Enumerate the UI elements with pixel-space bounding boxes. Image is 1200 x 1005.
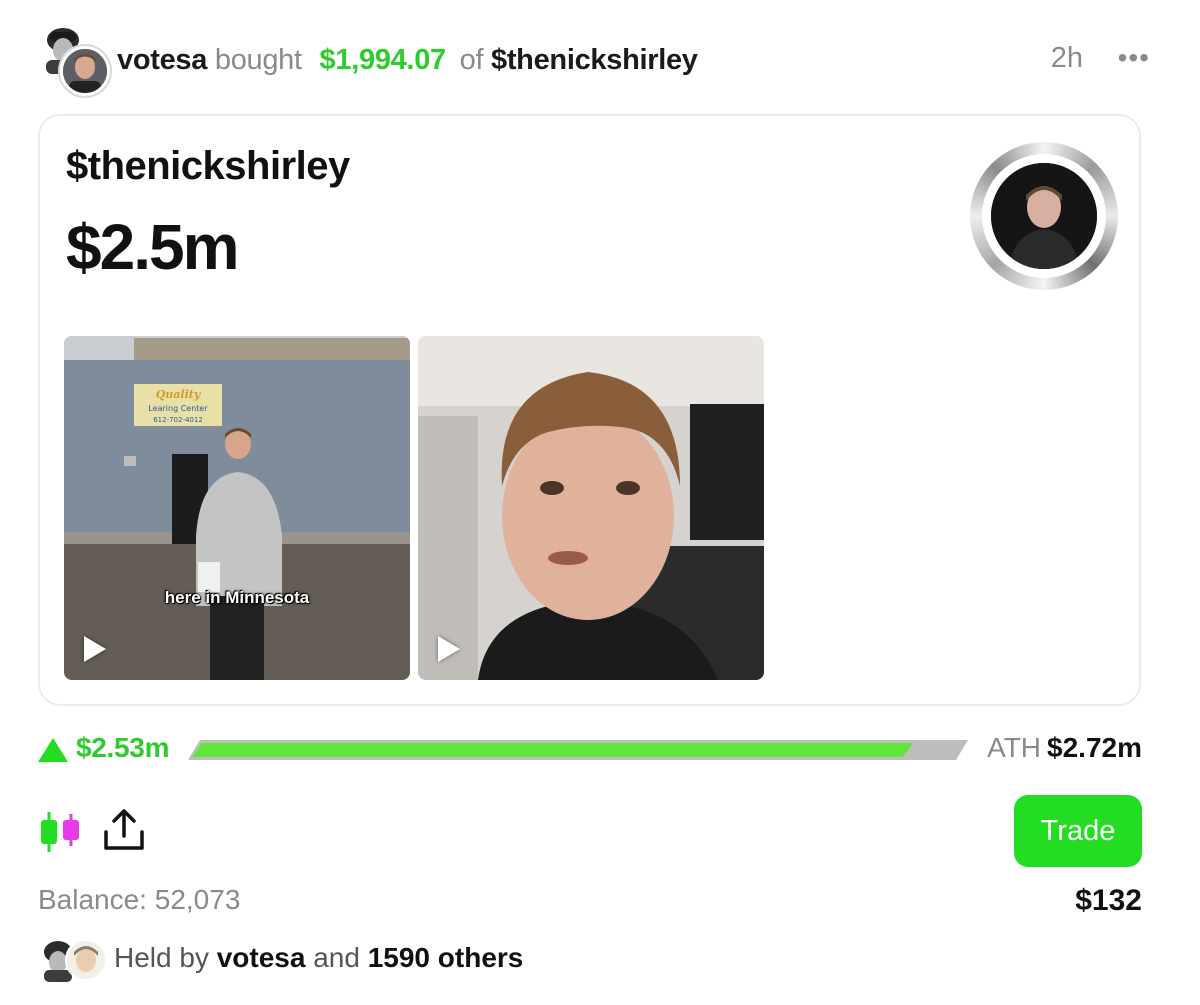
purchase-amount: $1,994.07 [319, 44, 447, 76]
coin-avatar-frame [982, 154, 1106, 278]
holders-avatars[interactable] [40, 938, 110, 982]
svg-text:Learing Center: Learing Center [148, 404, 208, 413]
trade-button[interactable]: Trade [1014, 795, 1142, 867]
play-icon[interactable] [438, 636, 460, 662]
coin-ticker-link[interactable]: $thenickshirley [491, 44, 698, 76]
buyer-avatar-stack[interactable] [42, 24, 114, 96]
current-price: $2.53m [76, 732, 170, 763]
coin-avatar [991, 163, 1097, 269]
svg-text:Quality: Quality [156, 388, 202, 401]
ath-display: ATH $2.72m [987, 732, 1142, 764]
more-dots-icon[interactable]: ••• [1118, 42, 1150, 74]
timestamp: 2h [1050, 42, 1083, 74]
ath-label: ATH [987, 732, 1042, 763]
ath-progress-bar [188, 740, 968, 760]
coin-card[interactable]: $thenickshirley $2.5m Quality Learing Ce… [38, 114, 1141, 706]
card-ticker: $thenickshirley [66, 144, 350, 188]
feed-item-header: votesa bought $1,994.07 of $thenickshirl… [42, 24, 1158, 96]
play-icon[interactable] [84, 636, 106, 662]
up-arrow-icon [38, 738, 68, 762]
holders-text: Held by votesa and 1590 others [114, 942, 523, 974]
avatar [60, 46, 110, 96]
video-thumbnail[interactable]: Quality Learing Center 612-702-4012 here… [64, 336, 410, 680]
trade-amount: $132 [1075, 884, 1142, 917]
balance-text: Balance: 52,073 [38, 884, 241, 915]
market-cap: $2.5m [66, 211, 239, 283]
coin-avatar-ring[interactable] [970, 142, 1118, 290]
video-caption: here in Minnesota [164, 588, 310, 607]
holders-conjunction: and [313, 942, 360, 973]
holder-username[interactable]: votesa [217, 942, 306, 973]
preposition-text: of [459, 44, 484, 76]
candlestick-icon[interactable] [38, 810, 84, 854]
ath-value: $2.72m [1047, 732, 1142, 763]
purchase-headline: votesa bought $1,994.07 of $thenickshirl… [117, 40, 698, 80]
action-text: bought [214, 44, 302, 76]
holders-prefix: Held by [114, 942, 209, 973]
holders-others-link[interactable]: 1590 others [368, 942, 524, 973]
share-icon[interactable] [102, 808, 146, 852]
buyer-username[interactable]: votesa [117, 44, 207, 76]
price-progress: $2.53m ATH $2.72m [38, 730, 1142, 770]
video-thumbnail[interactable] [418, 336, 764, 680]
svg-text:612-702-4012: 612-702-4012 [153, 416, 203, 424]
